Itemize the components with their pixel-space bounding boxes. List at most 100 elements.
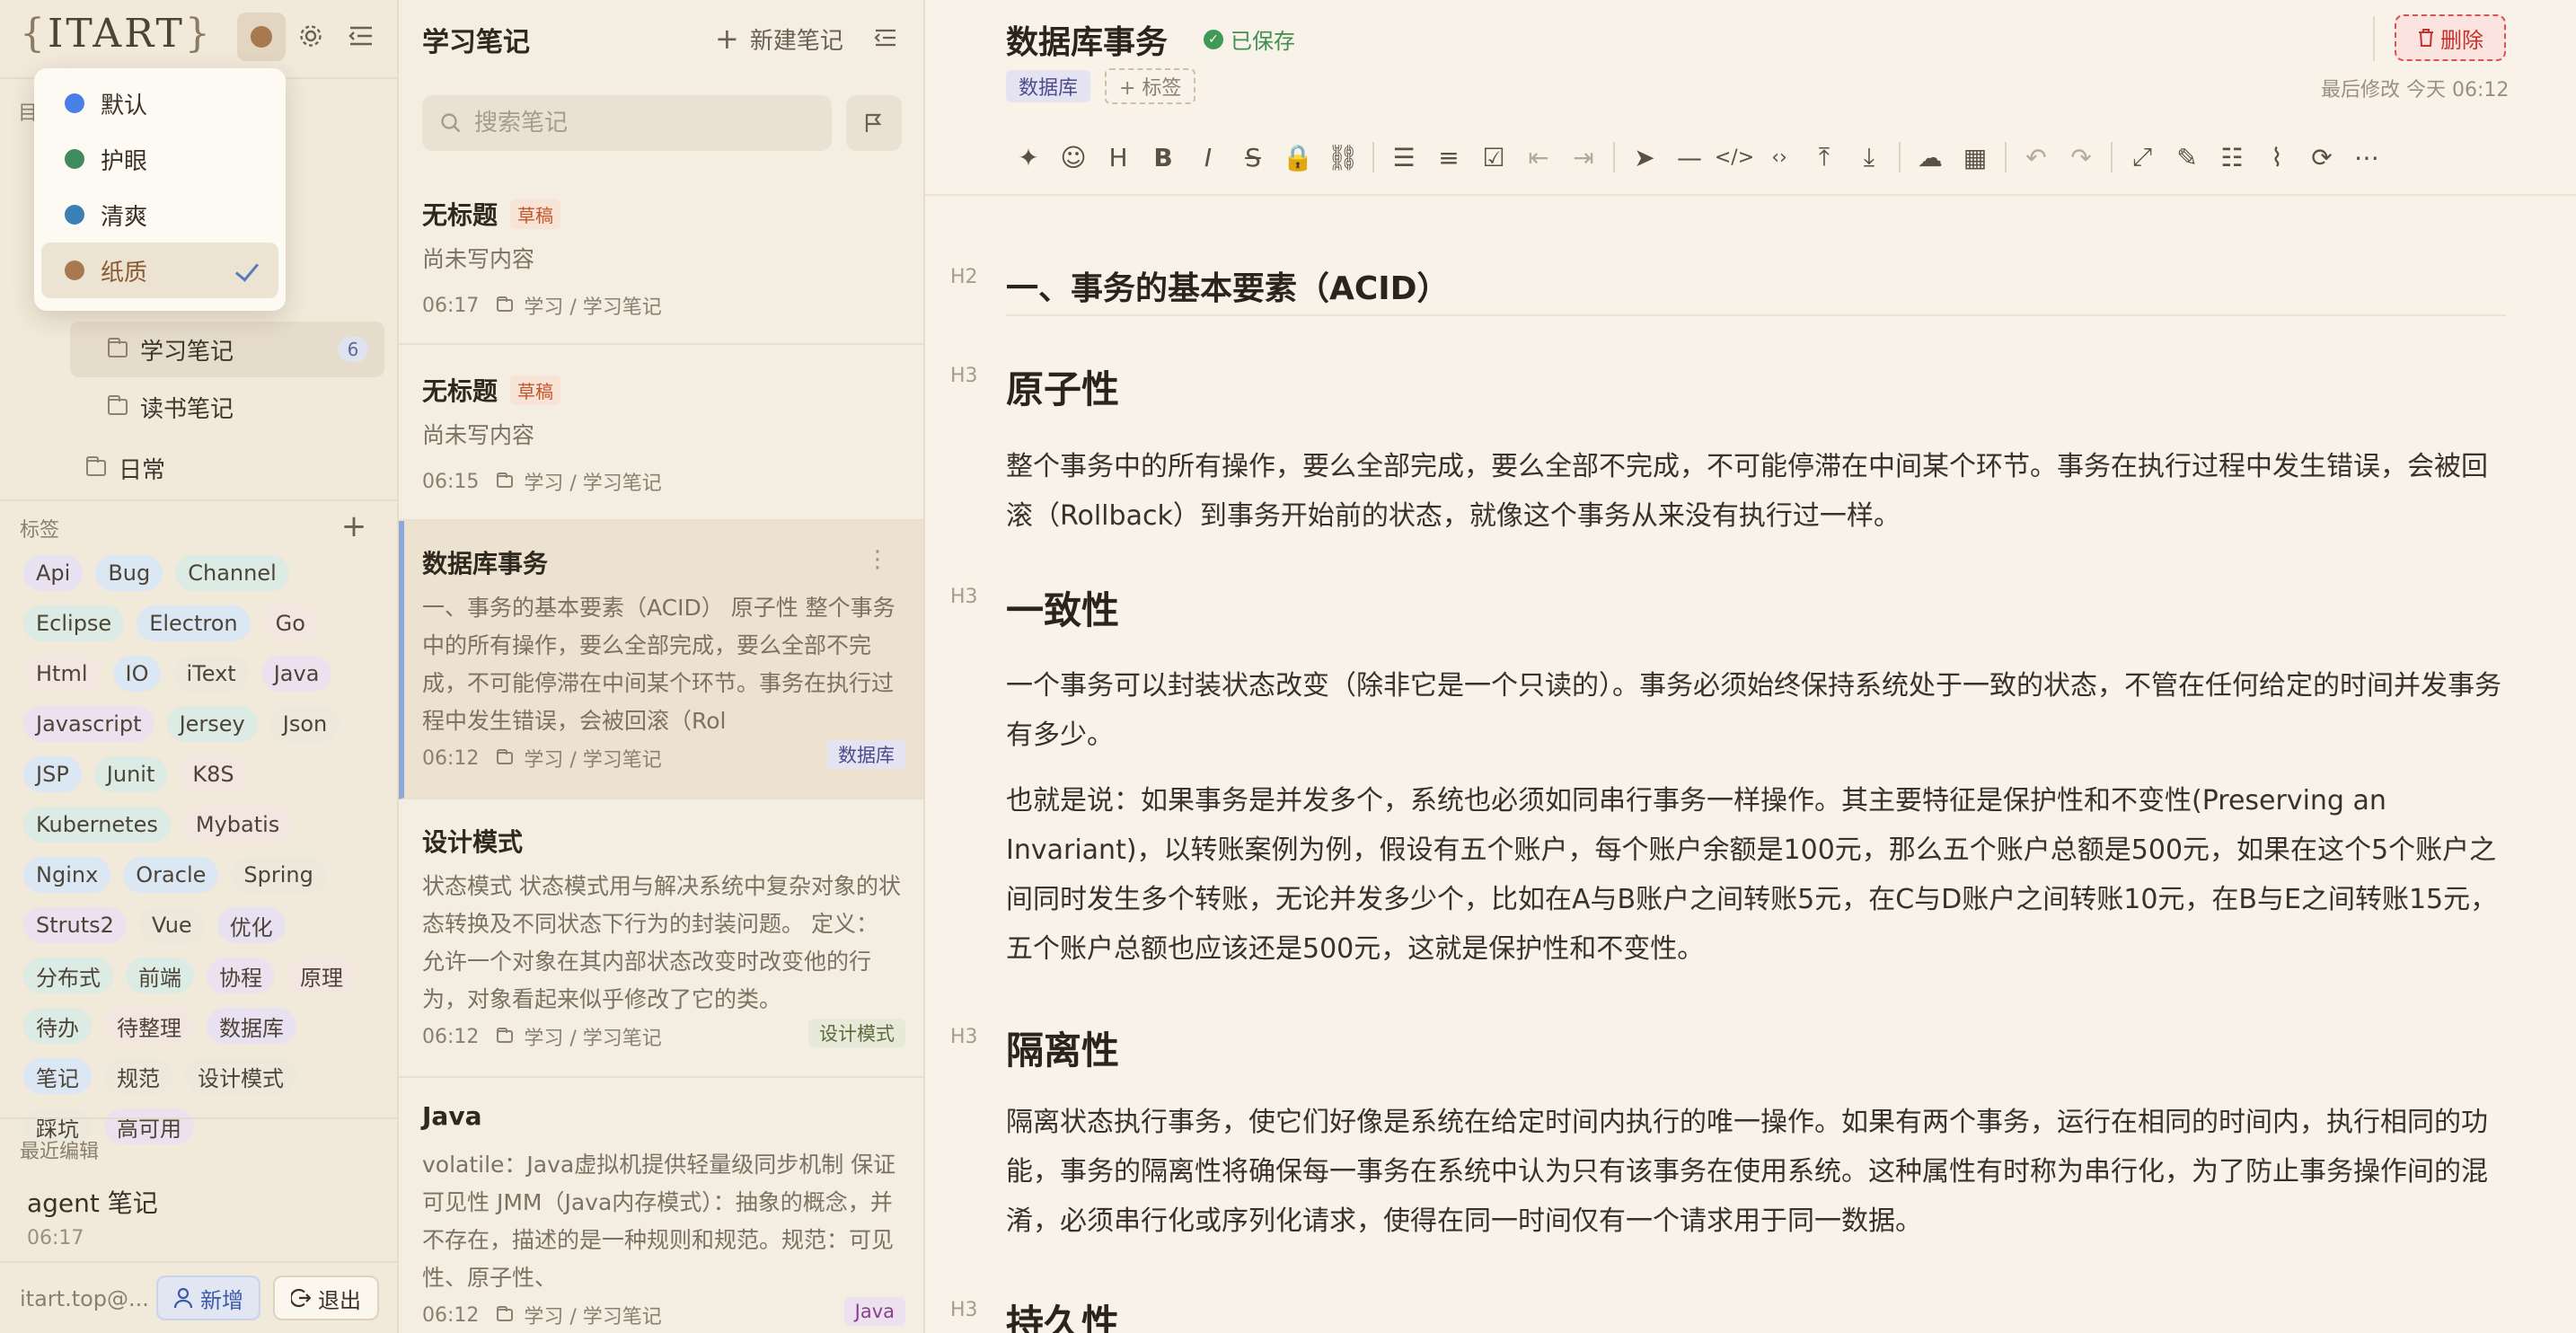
strikethrough-icon[interactable]: S xyxy=(1231,135,1275,180)
table-icon[interactable]: ▦ xyxy=(1953,135,1998,180)
tag-chip[interactable]: IO xyxy=(112,656,162,692)
code-block-icon[interactable]: </> xyxy=(1712,135,1757,180)
tag-chip[interactable]: Kubernetes xyxy=(23,807,171,843)
note-tag-badge: 设计模式 xyxy=(808,1019,905,1047)
settings-gear-icon[interactable] xyxy=(291,16,331,56)
tag-chip[interactable]: 前端 xyxy=(126,958,194,993)
tag-chip[interactable]: K8S xyxy=(180,756,247,792)
note-more-icon[interactable]: ⋮ xyxy=(866,546,889,573)
fullscreen-icon[interactable]: ⤢ xyxy=(2120,135,2165,180)
insert-before-icon[interactable]: ⤒ xyxy=(1802,135,1847,180)
tag-chip[interactable]: 待办 xyxy=(23,1008,92,1044)
ordered-list-icon[interactable]: ≡ xyxy=(1426,135,1471,180)
add-tag-button[interactable]: + 标签 xyxy=(1105,68,1196,104)
edit-mode-icon[interactable]: ✎ xyxy=(2165,135,2210,180)
theme-option[interactable]: 清爽 xyxy=(41,187,278,243)
tag-chip[interactable]: 原理 xyxy=(287,958,356,993)
new-note-label: 新建笔记 xyxy=(749,27,843,55)
collapse-menu-icon[interactable] xyxy=(341,16,381,56)
tag-chip[interactable]: 笔记 xyxy=(23,1058,92,1094)
editor-toolbar: ✦ ☺ H B I S 🔒 ⛓ ☰ ≡ ☑ ⇤ ⇥ ➤ — </> ‹› ⤒ ⤓ ☁ ▦ ↶ ↷ ⤢ ✎ ☷ ⌇ ⟳ ⋯ xyxy=(1006,135,2389,180)
inline-code-icon[interactable]: ‹› xyxy=(1757,135,1802,180)
bold-icon[interactable]: B xyxy=(1141,135,1186,180)
tag-chip[interactable]: Electron xyxy=(137,605,251,641)
tag-chip[interactable]: Junit xyxy=(93,756,168,792)
tag-chip[interactable]: Jersey xyxy=(166,706,258,742)
undo-icon[interactable]: ↶ xyxy=(2014,135,2059,180)
bullet-list-icon[interactable]: ☰ xyxy=(1381,135,1426,180)
document-title[interactable]: 数据库事务 xyxy=(1006,16,1168,63)
outline-icon[interactable]: ☷ xyxy=(2210,135,2254,180)
tag-chip[interactable]: 待整理 xyxy=(104,1008,194,1044)
folder-study-notes[interactable]: 学习笔记 6 xyxy=(70,322,384,377)
tag-chip[interactable]: Vue xyxy=(138,907,205,943)
delete-button[interactable]: 删除 xyxy=(2395,14,2506,61)
italic-icon[interactable]: I xyxy=(1186,135,1231,180)
insert-after-icon[interactable]: ⤓ xyxy=(1847,135,1892,180)
theme-option[interactable]: 默认 xyxy=(41,75,278,131)
document-tag[interactable]: 数据库 xyxy=(1006,70,1091,102)
quote-icon[interactable]: ➤ xyxy=(1622,135,1667,180)
theme-toggle-button[interactable] xyxy=(237,13,286,61)
tag-chip[interactable]: Go xyxy=(262,605,318,641)
sparkle-icon[interactable]: ✦ xyxy=(1006,135,1051,180)
tag-chip[interactable]: 分布式 xyxy=(23,958,113,993)
tag-chip[interactable]: Api xyxy=(23,555,84,591)
new-note-button[interactable]: + 新建笔记 xyxy=(715,22,843,56)
tag-chip[interactable]: iText xyxy=(173,656,249,692)
heading-icon[interactable]: H xyxy=(1096,135,1141,180)
tag-chip[interactable]: Struts2 xyxy=(23,907,127,943)
folder-reading-notes[interactable]: 读书笔记 xyxy=(70,379,384,435)
tag-chip[interactable]: 数据库 xyxy=(207,1008,296,1044)
tag-chip[interactable]: Javascript xyxy=(23,706,154,742)
divider xyxy=(925,194,2576,196)
note-card[interactable]: 设计模式 状态模式 状态模式用与解决系统中复杂对象的状态转换及不同状态下行为的封装… xyxy=(399,799,923,1078)
sort-menu-icon[interactable] xyxy=(866,18,905,57)
note-card[interactable]: 无标题 草稿 尚未写内容 06:17 学习 / 学习笔记 xyxy=(399,171,923,345)
note-card[interactable]: 无标题 草稿 尚未写内容 06:15 学习 / 学习笔记 xyxy=(399,345,923,521)
theme-option[interactable]: 纸质 xyxy=(41,243,278,298)
tag-chip[interactable]: Channel xyxy=(175,555,289,591)
draft-badge: 草稿 xyxy=(510,199,561,229)
tag-chip[interactable]: 设计模式 xyxy=(185,1058,296,1094)
redo-icon[interactable]: ↷ xyxy=(2059,135,2104,180)
tag-chip[interactable]: Bug xyxy=(95,555,163,591)
more-icon[interactable]: ⋯ xyxy=(2344,135,2389,180)
export-icon[interactable]: ⟳ xyxy=(2299,135,2344,180)
tag-chip[interactable]: Spring xyxy=(231,857,326,893)
heading-3: 一致性 xyxy=(1006,588,1120,632)
emoji-icon[interactable]: ☺ xyxy=(1051,135,1096,180)
indent-icon[interactable]: ⇥ xyxy=(1561,135,1606,180)
tag-chip[interactable]: 优化 xyxy=(216,907,286,943)
lock-icon[interactable]: 🔒 xyxy=(1275,135,1320,180)
link-icon[interactable]: ⛓ xyxy=(1320,135,1365,180)
tag-chip[interactable]: Nginx xyxy=(23,857,111,893)
tag-chip[interactable]: Json xyxy=(269,706,340,742)
tag-chip[interactable]: Mybatis xyxy=(182,807,293,843)
new-button[interactable]: 新增 xyxy=(156,1276,260,1320)
tag-chip[interactable]: 规范 xyxy=(104,1058,172,1094)
outdent-icon[interactable]: ⇤ xyxy=(1516,135,1561,180)
search-input[interactable] xyxy=(474,110,816,137)
checklist-icon[interactable]: ☑ xyxy=(1471,135,1516,180)
theme-option[interactable]: 护眼 xyxy=(41,131,278,187)
tag-chip[interactable]: 高可用 xyxy=(104,1108,194,1144)
filter-flag-button[interactable] xyxy=(846,95,902,151)
search-box xyxy=(422,95,832,151)
tag-chip[interactable]: JSP xyxy=(23,756,82,792)
folder-daily[interactable]: 日常 xyxy=(49,440,384,496)
tag-chip[interactable]: Java xyxy=(260,656,332,692)
tag-chip[interactable]: Html xyxy=(23,656,101,692)
logout-button[interactable]: 退出 xyxy=(273,1276,379,1320)
tag-chip[interactable]: Eclipse xyxy=(23,605,125,641)
hr-icon[interactable]: — xyxy=(1667,135,1712,180)
recent-item[interactable]: agent 笔记 06:17 xyxy=(27,1184,158,1249)
add-tag-plus-icon[interactable]: + xyxy=(334,507,374,546)
upload-icon[interactable]: ☁ xyxy=(1908,135,1953,180)
attachment-icon[interactable]: ⌇ xyxy=(2254,135,2299,180)
note-card[interactable]: Java volatile：Java虚拟机提供轻量级同步机制 保证可见性 JMM（… xyxy=(399,1078,923,1333)
tag-chip[interactable]: Oracle xyxy=(123,857,219,893)
tag-chip[interactable]: 协程 xyxy=(207,958,275,993)
folder-label: 学习笔记 xyxy=(140,338,234,366)
note-card[interactable]: 数据库事务 一、事务的基本要素（ACID） 原子性 整个事务中的所有操作，要么全部… xyxy=(399,521,923,799)
